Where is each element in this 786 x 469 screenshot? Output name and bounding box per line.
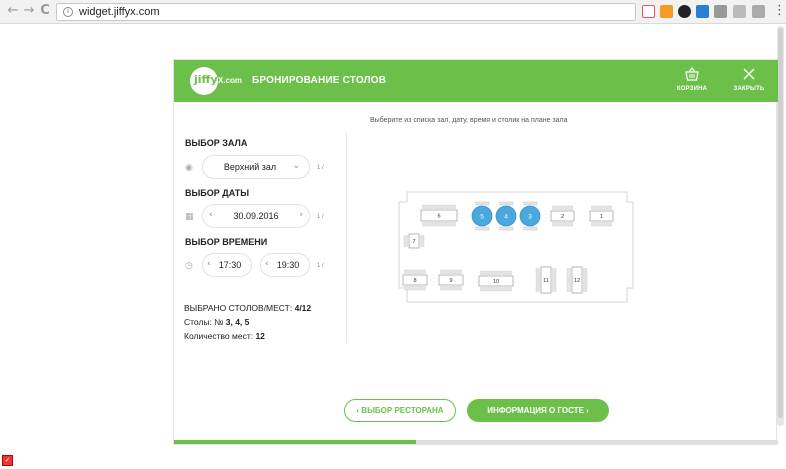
- hall-section-title: ВЫБОР ЗАЛА: [185, 138, 248, 148]
- time-from-picker[interactable]: ‹ 17:30: [202, 253, 252, 277]
- time-counter: 1 /: [317, 263, 324, 269]
- table-6[interactable]: 6: [420, 204, 458, 227]
- summary-label: Количество мест:: [184, 331, 256, 341]
- date-selected-value: 30.09.2016: [233, 211, 279, 221]
- address-bar[interactable]: i widget.jiffyx.com: [56, 3, 636, 21]
- browser-menu-icon[interactable]: ⋮: [773, 3, 786, 18]
- table-number: 2: [561, 214, 564, 220]
- table-number: 10: [493, 279, 499, 285]
- basket-icon: [685, 66, 699, 81]
- chevron-down-icon: ⌄: [292, 161, 300, 171]
- time-to-value: 19:30: [276, 260, 300, 270]
- table-number: 4: [504, 214, 508, 221]
- cart-button[interactable]: КОРЗИНА: [667, 66, 717, 98]
- time-from-value: 17:30: [218, 260, 242, 270]
- progress-bar: [174, 440, 778, 444]
- back-to-restaurant-button[interactable]: ‹ ВЫБОР РЕСТОРАНА: [344, 399, 456, 422]
- summary-value: 3, 4, 5: [225, 317, 250, 327]
- date-counter: 1 /: [317, 214, 324, 220]
- summary-table-numbers: Столы: № 3, 4, 5: [184, 317, 249, 327]
- close-icon: [743, 68, 755, 80]
- extension-d-icon[interactable]: [733, 5, 746, 18]
- time-section-title: ВЫБОР ВРЕМЕНИ: [185, 237, 268, 247]
- date-picker[interactable]: ‹ 30.09.2016 ›: [202, 204, 310, 228]
- instruction-text: Выберите из списка зал, дату, время и ст…: [370, 117, 568, 124]
- table-number: 7: [412, 239, 415, 245]
- table-number: 11: [543, 278, 549, 284]
- forward-icon[interactable]: →: [22, 4, 36, 18]
- hall-selected-value: Верхний зал: [223, 162, 277, 172]
- table-10[interactable]: 10: [478, 270, 514, 292]
- hall-select[interactable]: Верхний зал ⌄: [202, 155, 310, 179]
- date-section-title: ВЫБОР ДАТЫ: [185, 188, 250, 198]
- cart-label: КОРЗИНА: [676, 86, 708, 92]
- extension-blue-icon[interactable]: [696, 5, 709, 18]
- url-text: widget.jiffyx.com: [79, 6, 160, 18]
- clock-icon: ◷: [185, 261, 193, 271]
- close-button[interactable]: ЗАКРЫТЬ: [724, 66, 774, 98]
- extension-circle-icon[interactable]: [678, 5, 691, 18]
- summary-label: Столы: №: [184, 317, 226, 327]
- logo: jiffy: [190, 67, 218, 95]
- location-pin-icon: ◉: [185, 163, 193, 173]
- progress-fill: [174, 440, 416, 444]
- floor-plan: 6 5 4 3 2 1 7 8 9 10 11 12: [398, 191, 634, 303]
- close-label: ЗАКРЫТЬ: [733, 86, 765, 92]
- summary-value: 12: [255, 331, 265, 341]
- extension-grey-icon[interactable]: [714, 5, 727, 18]
- table-number: 1: [600, 214, 603, 220]
- summary-label: ВЫБРАНО СТОЛОВ/МЕСТ:: [184, 303, 295, 313]
- widget-header: jiffy X.com БРОНИРОВАНИЕ СТОЛОВ КОРЗИНА …: [174, 60, 778, 102]
- time-to-picker[interactable]: ‹ 19:30: [260, 253, 310, 277]
- guest-info-button[interactable]: ИНФОРМАЦИЯ О ГОСТЕ ›: [467, 399, 609, 422]
- table-number: 12: [574, 278, 580, 284]
- summary-value: 4/12: [294, 303, 312, 313]
- hall-counter: 1 /: [317, 165, 324, 171]
- rss-icon[interactable]: [660, 5, 673, 18]
- corner-app-icon[interactable]: ✓: [2, 455, 13, 466]
- table-number: 5: [480, 214, 484, 221]
- table-number: 8: [413, 278, 416, 284]
- table-number: 3: [528, 214, 532, 221]
- info-icon: i: [63, 7, 73, 17]
- page-scrollbar-thumb[interactable]: [778, 28, 783, 418]
- summary-seat-count: Количество мест: 12: [184, 331, 265, 341]
- panel-divider: [346, 132, 347, 342]
- logo-text: jiffy: [194, 73, 218, 86]
- back-icon[interactable]: ←: [6, 4, 20, 18]
- widget-title: БРОНИРОВАНИЕ СТОЛОВ: [252, 75, 387, 86]
- reload-icon[interactable]: C: [38, 4, 52, 18]
- table-number: 6: [437, 214, 440, 220]
- summary-tables-seats: ВЫБРАНО СТОЛОВ/МЕСТ: 4/12: [184, 303, 311, 313]
- browser-toolbar: ← → C i widget.jiffyx.com ⋮: [0, 0, 786, 24]
- date-next-chevron-icon[interactable]: ›: [299, 210, 303, 220]
- booking-widget: jiffy X.com БРОНИРОВАНИЕ СТОЛОВ КОРЗИНА …: [173, 59, 778, 445]
- table-number: 9: [449, 278, 452, 284]
- calendar-icon: ▦: [185, 212, 194, 222]
- extension-vk-icon[interactable]: [642, 5, 655, 18]
- logo-suffix: X.com: [218, 76, 243, 85]
- extension-cross-icon[interactable]: [752, 5, 765, 18]
